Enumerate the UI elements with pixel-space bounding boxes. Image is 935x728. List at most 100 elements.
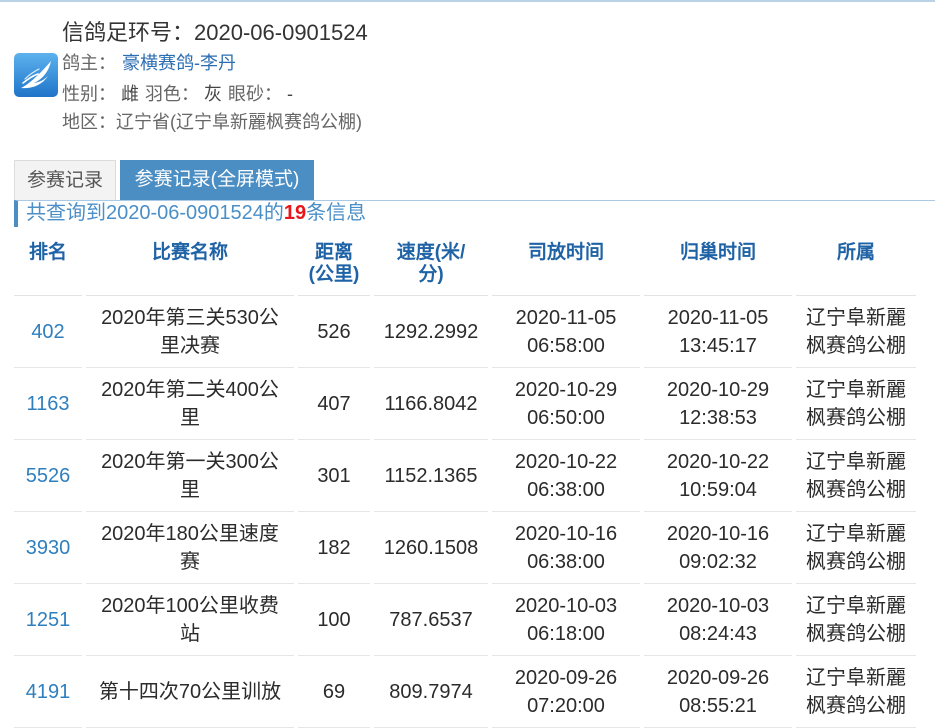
tab-bar: 参赛记录 参赛记录(全屏模式) [14, 160, 314, 200]
speed-value: 809.7974 [389, 680, 473, 703]
race-name-cell: 2020年第三关530公里决赛 [86, 296, 294, 368]
speed-cell: 809.7974 [374, 656, 488, 728]
distance-cell: 407 [298, 368, 370, 440]
rank-cell: 4191 [14, 656, 82, 728]
loft-cell: 辽宁阜新麗枫赛鸽公棚 [796, 512, 916, 584]
tab-race-records[interactable]: 参赛记录 [14, 160, 116, 200]
speed-value: 1260.1508 [383, 536, 479, 559]
column-header-speed-label: 速度(米/分) [396, 242, 466, 285]
column-header-loft: 所属 [796, 232, 916, 296]
feather-color-value: 灰 [204, 84, 222, 104]
table-row: 1163 2020年第二关400公里 407 1166.8042 2020-10… [14, 368, 916, 440]
rank-link[interactable]: 4191 [26, 678, 71, 706]
eye-value: - [287, 84, 293, 104]
release-time-cell: 2020-09-26 07:20:00 [492, 656, 640, 728]
return-time: 2020-10-16 09:02:32 [666, 522, 770, 573]
rank-cell: 3930 [14, 512, 82, 584]
rank-cell: 5526 [14, 440, 82, 512]
race-name: 2020年第三关530公里决赛 [101, 306, 279, 357]
speed-cell: 1166.8042 [374, 368, 488, 440]
loft-name: 辽宁阜新麗枫赛鸽公棚 [806, 306, 906, 357]
feather-color-label: 羽色： [145, 84, 199, 104]
race-name-cell: 2020年100公里收费站 [86, 584, 294, 656]
release-time-cell: 2020-11-05 06:58:00 [492, 296, 640, 368]
distance-cell: 69 [298, 656, 370, 728]
column-header-speed: 速度(米/分) [374, 232, 488, 296]
distance-cell: 526 [298, 296, 370, 368]
table-row: 4191 第十四次70公里训放 69 809.7974 2020-09-26 0… [14, 656, 916, 728]
return-time-cell: 2020-09-26 08:55:21 [644, 656, 792, 728]
race-name-cell: 2020年180公里速度赛 [86, 512, 294, 584]
rank-cell: 1251 [14, 584, 82, 656]
column-header-distance: 距离(公里) [298, 232, 370, 296]
rank-link[interactable]: 3930 [26, 534, 71, 562]
rank-link[interactable]: 402 [31, 318, 64, 346]
summary-ring-number: 2020-06-0901524 [106, 202, 264, 224]
rank-link[interactable]: 1251 [26, 606, 71, 634]
ring-number: 2020-06-0901524 [194, 20, 368, 45]
return-time: 2020-10-03 08:24:43 [666, 594, 770, 645]
loft-cell: 辽宁阜新麗枫赛鸽公棚 [796, 440, 916, 512]
distance-value: 100 [317, 608, 351, 631]
race-name: 第十四次70公里训放 [98, 680, 282, 703]
release-time: 2020-10-29 06:50:00 [514, 378, 618, 429]
speed-cell: 1260.1508 [374, 512, 488, 584]
owner-label: 鸽主： [62, 53, 116, 73]
return-time: 2020-10-29 12:38:53 [666, 378, 770, 429]
loft-cell: 辽宁阜新麗枫赛鸽公棚 [796, 656, 916, 728]
summary-prefix: 共查询到 [26, 202, 106, 224]
loft-cell: 辽宁阜新麗枫赛鸽公棚 [796, 584, 916, 656]
return-time-cell: 2020-10-22 10:59:04 [644, 440, 792, 512]
owner-name-link[interactable]: 豪横赛鸽-李丹 [122, 53, 236, 73]
release-time-cell: 2020-10-29 06:50:00 [492, 368, 640, 440]
return-time: 2020-10-22 10:59:04 [666, 450, 770, 501]
summary-suffix: 条信息 [306, 202, 367, 224]
loft-name: 辽宁阜新麗枫赛鸽公棚 [806, 666, 906, 717]
distance-cell: 100 [298, 584, 370, 656]
speed-cell: 1292.2992 [374, 296, 488, 368]
distance-value: 526 [317, 320, 351, 343]
release-time: 2020-11-05 06:58:00 [515, 306, 617, 357]
table-header-row: 排名 比赛名称 距离(公里) 速度(米/分) 司放时间 归巢时间 所属 [14, 232, 916, 296]
distance-value: 69 [322, 680, 346, 703]
race-name: 2020年100公里收费站 [101, 594, 279, 645]
speed-value: 1292.2992 [383, 320, 479, 343]
return-time-cell: 2020-11-05 13:45:17 [644, 296, 792, 368]
rank-link[interactable]: 1163 [26, 390, 69, 418]
release-time: 2020-10-16 06:38:00 [514, 522, 618, 573]
return-time-cell: 2020-10-29 12:38:53 [644, 368, 792, 440]
sex-value: 雌 [121, 84, 139, 104]
rank-link[interactable]: 5526 [26, 462, 71, 490]
pigeon-feather-icon [14, 53, 58, 97]
eye-label: 眼砂： [228, 84, 282, 104]
loft-name: 辽宁阜新麗枫赛鸽公棚 [806, 594, 906, 645]
release-time: 2020-10-22 06:38:00 [514, 450, 618, 501]
race-name: 2020年第一关300公里 [101, 450, 279, 501]
table-row: 5526 2020年第一关300公里 301 1152.1365 2020-10… [14, 440, 916, 512]
ring-number-title: 信鸽足环号：2020-06-0901524 [62, 20, 368, 46]
region-line: 地区：辽宁省(辽宁阜新麗枫赛鸽公棚) [62, 111, 362, 133]
loft-cell: 辽宁阜新麗枫赛鸽公棚 [796, 296, 916, 368]
speed-value: 1152.1365 [384, 464, 478, 487]
column-header-release-time: 司放时间 [492, 232, 640, 296]
attributes-line: 性别：雌羽色：灰眼砂： - [62, 83, 299, 105]
speed-value: 787.6537 [389, 608, 473, 631]
distance-value: 182 [317, 536, 351, 559]
summary-joiner: 的 [263, 202, 284, 224]
summary-count: 19 [283, 202, 307, 224]
race-name-cell: 2020年第二关400公里 [86, 368, 294, 440]
column-header-rank: 排名 [14, 232, 82, 296]
ring-label: 信鸽足环号： [62, 20, 195, 45]
distance-value: 301 [317, 464, 351, 487]
table-row: 1251 2020年100公里收费站 100 787.6537 2020-10-… [14, 584, 916, 656]
return-time-cell: 2020-10-16 09:02:32 [644, 512, 792, 584]
return-time: 2020-09-26 08:55:21 [666, 666, 770, 717]
distance-cell: 182 [298, 512, 370, 584]
tab-race-records-fullscreen[interactable]: 参赛记录(全屏模式) [120, 160, 314, 200]
release-time-cell: 2020-10-22 06:38:00 [492, 440, 640, 512]
return-time-cell: 2020-10-03 08:24:43 [644, 584, 792, 656]
release-time-cell: 2020-10-03 06:18:00 [492, 584, 640, 656]
rank-cell: 1163 [14, 368, 82, 440]
speed-cell: 787.6537 [374, 584, 488, 656]
release-time: 2020-10-03 06:18:00 [514, 594, 618, 645]
